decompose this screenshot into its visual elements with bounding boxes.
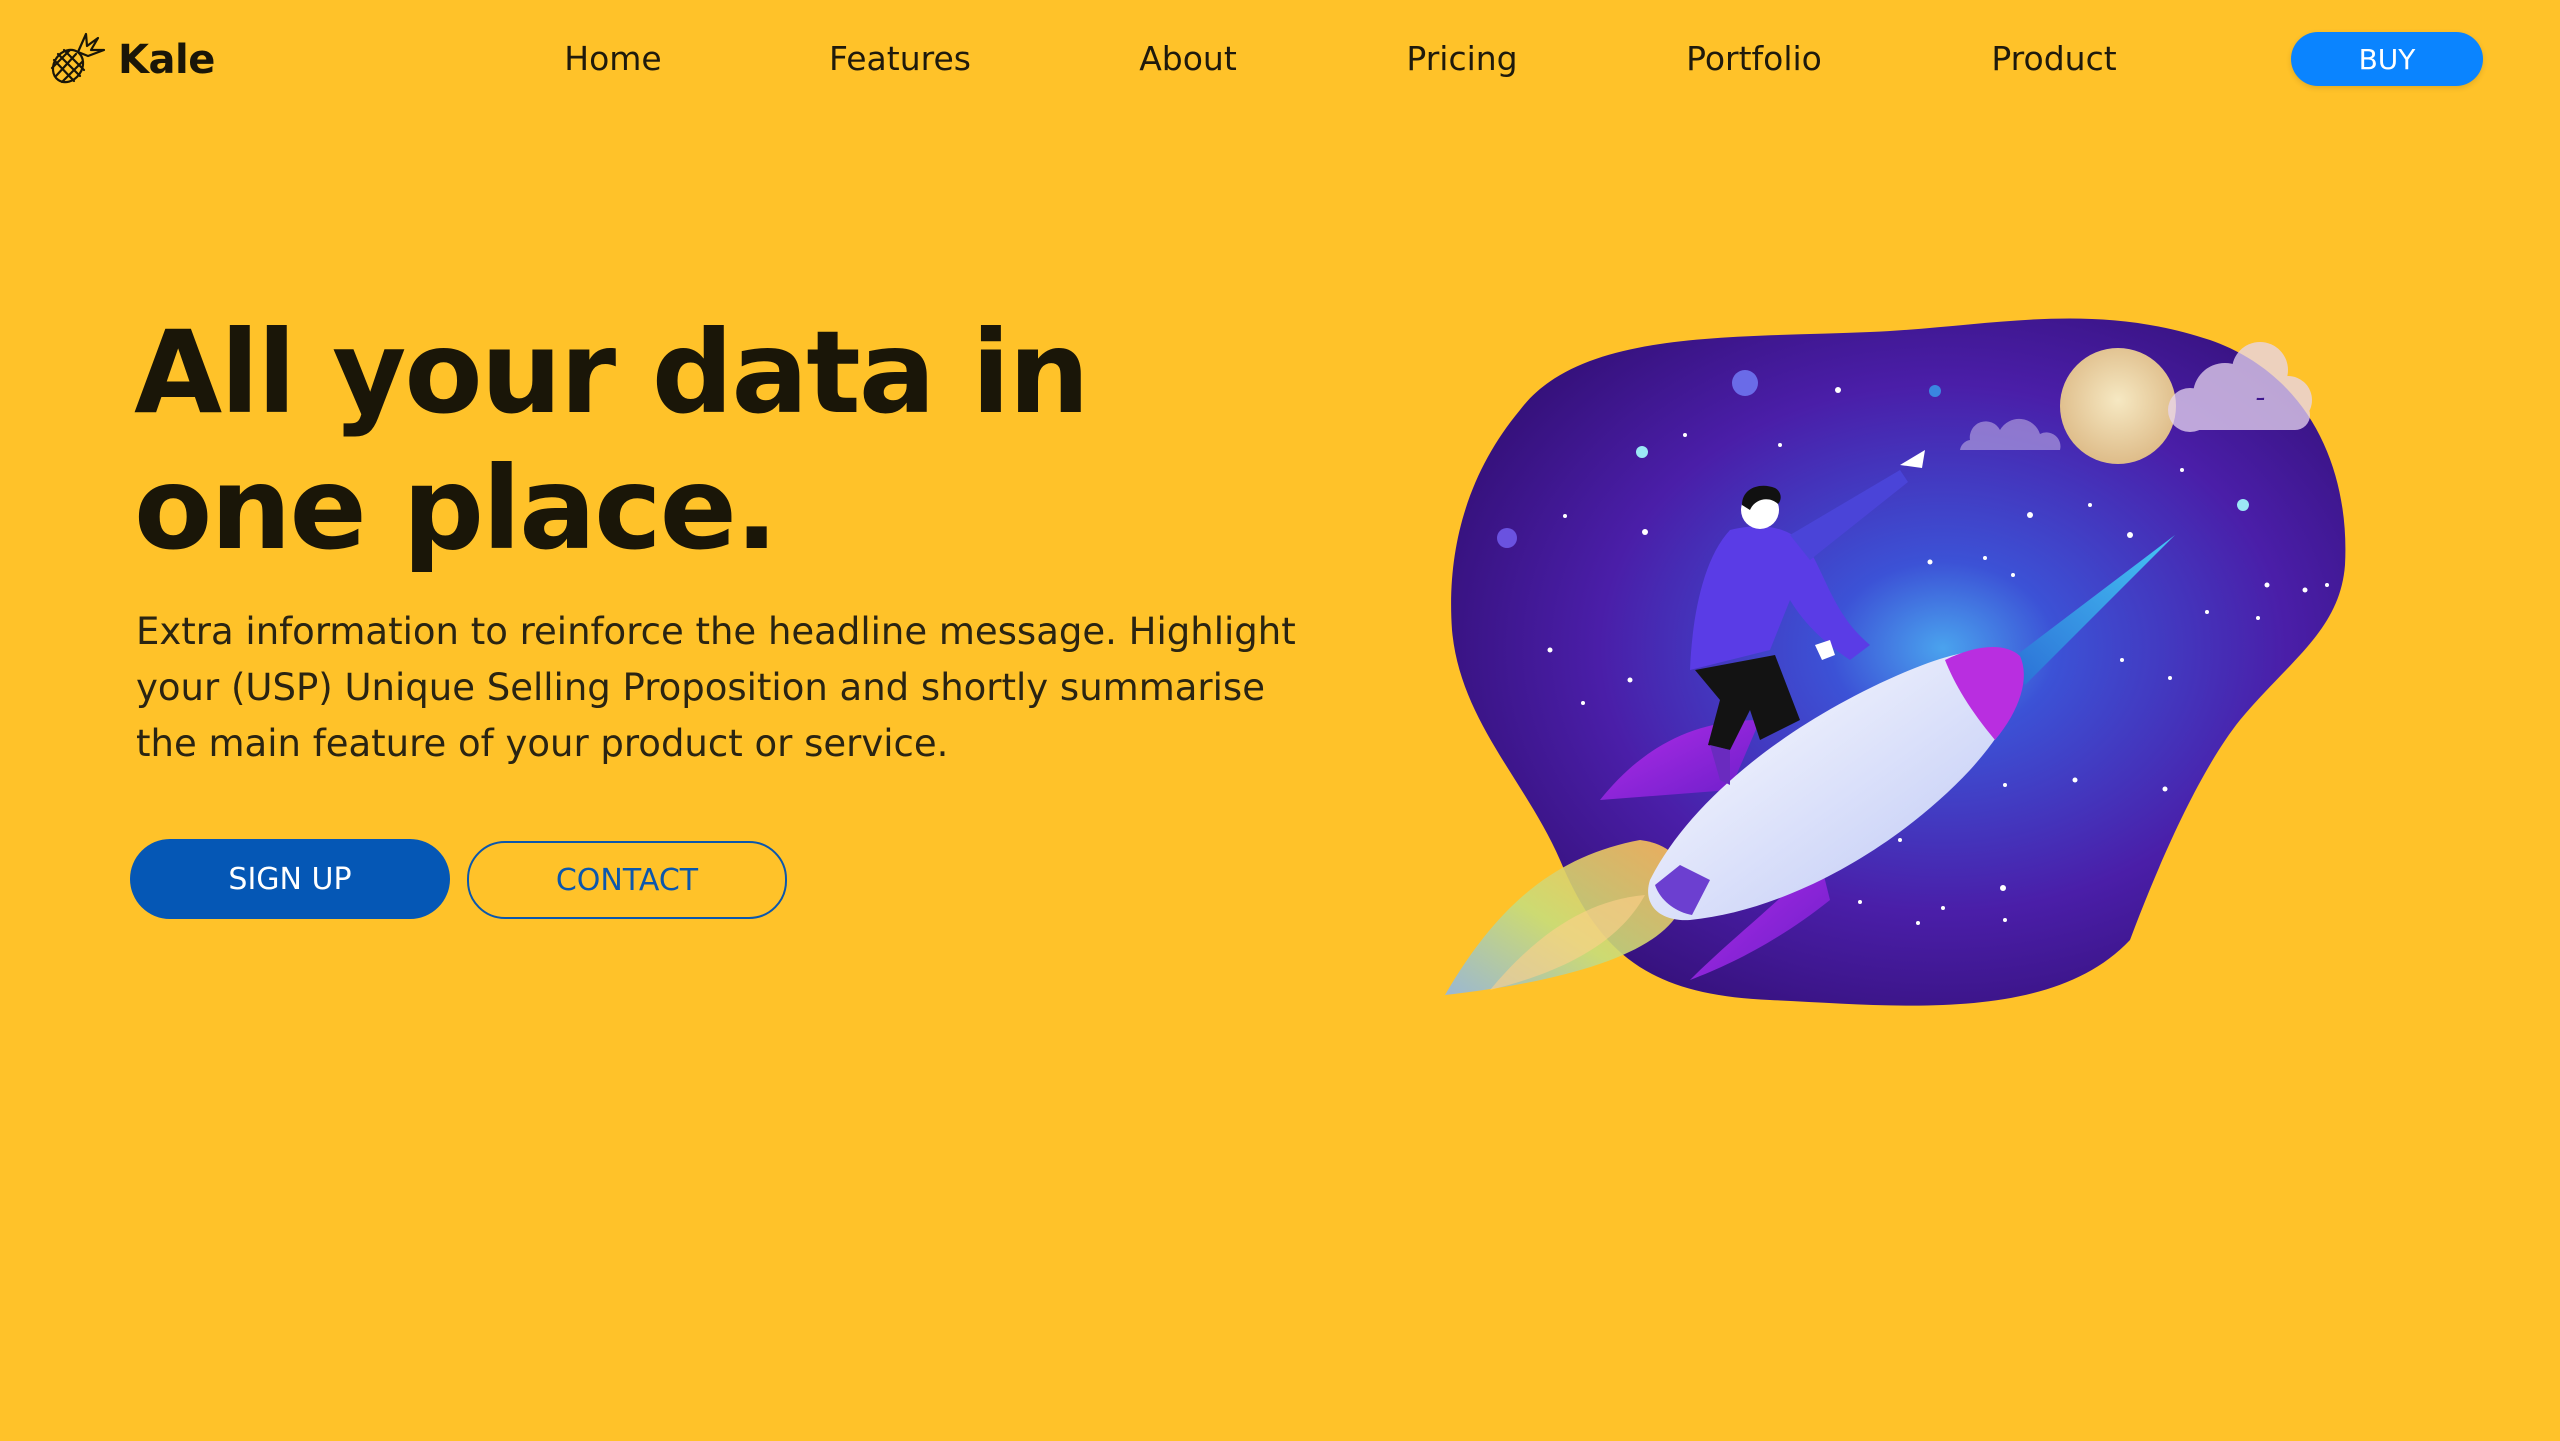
nav-features[interactable]: Features [829,34,971,84]
hero-description: Extra information to reinforce the headl… [136,610,1296,765]
nav-home[interactable]: Home [564,34,661,84]
nav-pricing[interactable]: Pricing [1406,34,1517,84]
top-navbar: Kale Home Features About Pricing Portfol… [0,0,2560,120]
nav-product[interactable]: Product [1991,34,2116,84]
buy-button[interactable]: BUY [2291,32,2483,86]
rocket-rider-illustration [1430,300,2360,1020]
sign-up-button[interactable]: SIGN UP [130,839,450,919]
nav-portfolio[interactable]: Portfolio [1686,34,1822,84]
nav-about[interactable]: About [1139,34,1237,84]
main-menu: Home Features About Pricing Portfolio Pr… [0,34,2560,84]
contact-button[interactable]: CONTACT [467,841,787,919]
hero-headline: All your data in one place. [134,306,1090,575]
